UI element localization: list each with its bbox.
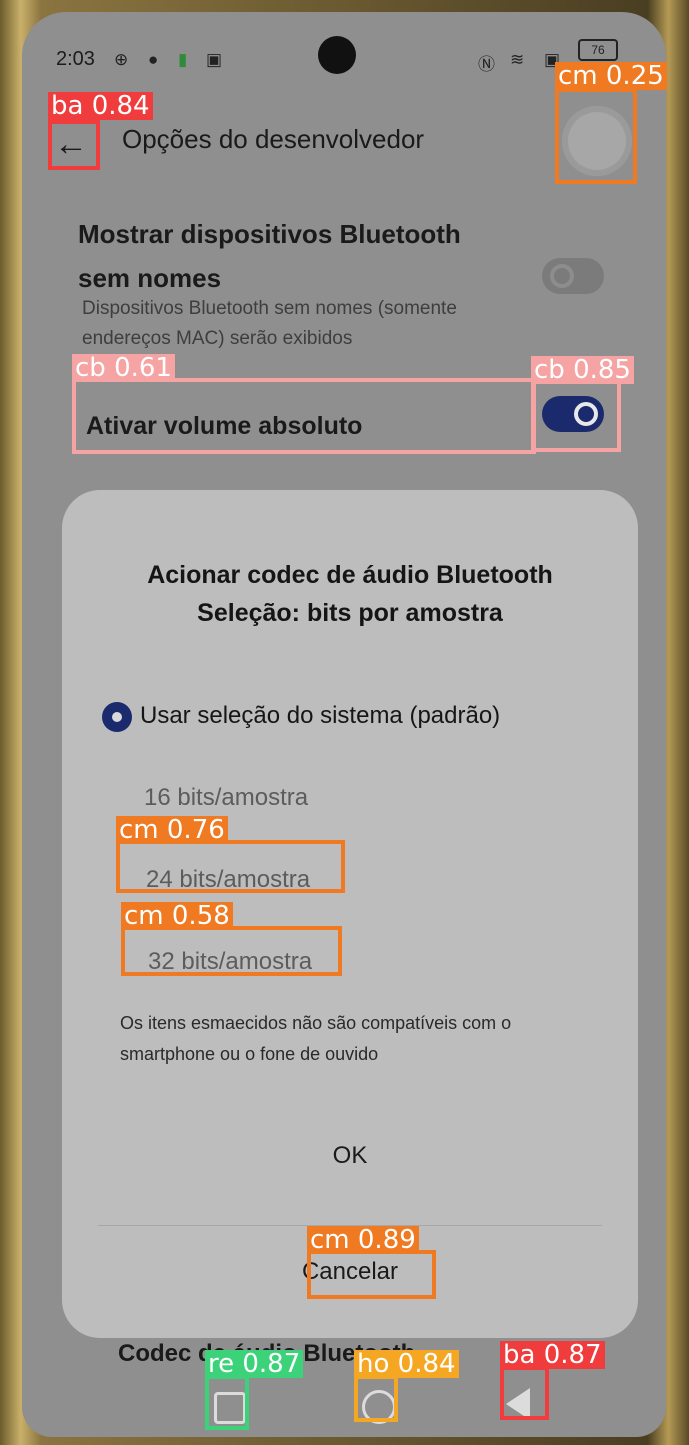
detection-label: ho 0.84 — [354, 1350, 459, 1378]
steering-wheel-icon: ⊕ — [114, 50, 129, 69]
notification-icon: ● — [148, 50, 159, 69]
detection-box — [116, 840, 345, 893]
bt-no-names-toggle[interactable] — [542, 258, 604, 294]
status-time: 2:03 — [56, 48, 95, 70]
app-icon: ▣ — [206, 50, 223, 69]
option-system-default[interactable]: Usar seleção do sistema (padrão) — [140, 700, 500, 732]
detection-box — [500, 1366, 549, 1420]
detection-label: cm 0.89 — [307, 1226, 419, 1254]
page-title: Opções do desenvolvedor — [122, 124, 425, 154]
detection-label: re 0.87 — [205, 1350, 304, 1378]
detection-box — [555, 88, 637, 184]
radio-selected-icon[interactable] — [102, 702, 132, 732]
detection-label: cm 0.76 — [116, 816, 228, 844]
option-16-bits: 16 bits/amostra — [144, 784, 309, 811]
detection-box — [72, 378, 536, 454]
detection-label: ba 0.84 — [48, 92, 153, 120]
dialog-subtitle: Seleção: bits por amostra — [197, 599, 503, 627]
note-line: Os itens esmaecidos não são compatíveis … — [120, 1013, 512, 1033]
ok-button[interactable]: OK — [62, 1136, 638, 1176]
dialog-title: Acionar codec de áudio Bluetooth — [147, 561, 553, 589]
toggle-knob — [550, 264, 574, 288]
detection-label: cm 0.58 — [121, 902, 233, 930]
setting-description: endereços MAC) serão exibidos — [82, 328, 353, 349]
detection-label: cb 0.61 — [72, 354, 175, 382]
detection-box — [121, 926, 342, 976]
detection-box — [307, 1250, 436, 1299]
battery-icon: 76 — [578, 39, 618, 61]
note-line: smartphone ou o fone de ouvido — [120, 1044, 379, 1064]
detection-label: ba 0.87 — [500, 1341, 605, 1369]
detection-box — [354, 1375, 398, 1422]
wifi-icon: ≋ — [510, 50, 525, 69]
battery-saver-icon: ▮ — [178, 50, 188, 69]
setting-description: Dispositivos Bluetooth sem nomes (soment… — [82, 298, 457, 319]
detection-label: cm 0.25 — [555, 62, 667, 90]
detection-box — [531, 380, 621, 452]
detection-box — [48, 120, 100, 170]
nfc-icon: Ⓝ — [478, 55, 495, 74]
detection-label: cb 0.85 — [531, 356, 634, 384]
setting-title: Mostrar dispositivos Bluetooth — [78, 219, 461, 249]
front-camera — [318, 36, 356, 74]
phone-screen: 2:03 ⊕ ● ▮ ▣ Ⓝ ≋ ▣ 76 ← Opções do desenv… — [22, 12, 666, 1437]
detection-box — [205, 1375, 249, 1430]
compatibility-note: Os itens esmaecidos não são compatíveis … — [120, 1008, 600, 1070]
